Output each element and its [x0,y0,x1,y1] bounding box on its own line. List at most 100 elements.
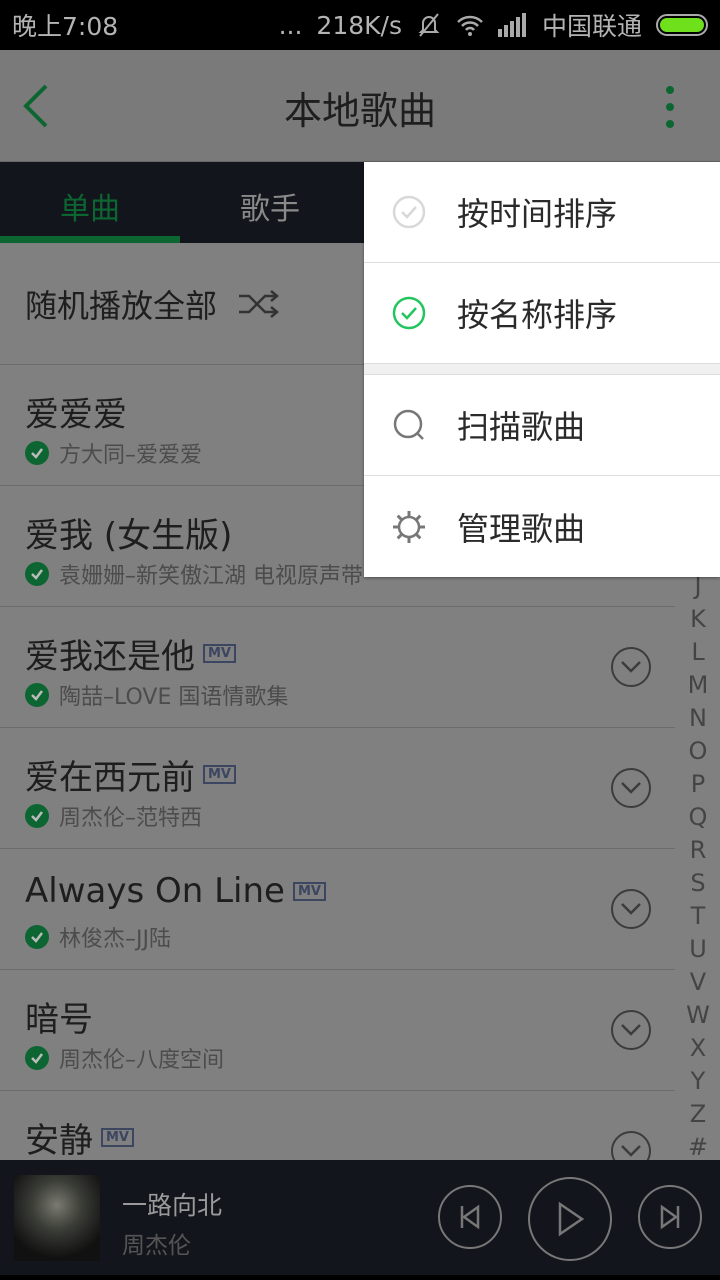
index-letter[interactable]: U [680,933,716,966]
song-title-row: Always On Line MV [25,871,326,911]
index-letter[interactable]: P [680,768,716,801]
song-title: Always On Line [25,871,285,911]
battery-icon [656,14,708,36]
song-row[interactable]: 安静 MV [0,1091,675,1160]
alphabet-index[interactable]: J K L M N O P Q R S T U V W X Y Z # [680,570,716,1164]
index-letter[interactable]: V [680,966,716,999]
expand-options-button[interactable] [611,647,651,687]
downloaded-check-icon [25,1046,49,1070]
song-subtitle-row: 周杰伦–范特西 [25,800,202,832]
song-subtitle-row: 陶喆–LOVE 国语情歌集 [25,679,288,711]
index-letter[interactable]: L [680,636,716,669]
index-letter[interactable]: R [680,834,716,867]
song-artist-album: 周杰伦–范特西 [59,806,203,831]
song-title-row: 爱我还是他 MV [25,629,236,678]
song-title-row: 安静 MV [25,1113,134,1160]
song-title-row: 爱在西元前 MV [25,750,236,799]
song-subtitle-row: 方大同–爱爱爱 [25,437,202,469]
song-title: 安静 [25,1121,93,1160]
index-letter[interactable]: W [680,999,716,1032]
expand-options-button[interactable] [611,1010,651,1050]
menu-item-scan-songs[interactable]: 扫描歌曲 [364,375,720,476]
expand-options-button[interactable] [611,889,651,929]
menu-label: 管理歌曲 [457,509,586,548]
mv-badge[interactable]: MV [292,881,326,901]
song-subtitle-row: 林俊杰–JJ陆 [25,921,171,953]
page-title: 本地歌曲 [283,89,436,133]
more-menu-icon[interactable] [666,86,678,137]
menu-item-sort-by-time[interactable]: 按时间排序 [364,162,720,263]
song-row[interactable]: 爱我还是他 MV 陶喆–LOVE 国语情歌集 [0,607,675,728]
song-artist-album: 方大同–爱爱爱 [59,443,203,468]
check-circle-icon [392,296,426,330]
menu-item-manage-songs[interactable]: 管理歌曲 [364,476,720,577]
index-letter[interactable]: T [680,900,716,933]
player-artist: 周杰伦 [122,1233,191,1259]
previous-button[interactable] [438,1185,502,1249]
chevron-down-icon [621,782,641,794]
expand-options-button[interactable] [611,1131,651,1160]
song-artist-album: 袁姗姗–新笑傲江湖 电视原声带 [59,564,363,589]
status-time: 晚上7:08 [12,12,119,41]
play-button[interactable] [528,1177,612,1261]
status-bar: 晚上7:08 ... 218K/s 中国联通 [0,0,720,50]
mute-icon [418,13,440,37]
index-letter[interactable]: K [680,603,716,636]
gear-icon [393,510,425,543]
chevron-down-icon [621,661,641,673]
index-letter[interactable]: X [680,1032,716,1065]
tab-songs[interactable]: 单曲 [0,184,180,228]
index-letter[interactable]: Z [680,1098,716,1131]
song-artist-album: 林俊杰–JJ陆 [59,927,171,952]
shuffle-label: 随机播放全部 [25,286,218,325]
index-letter[interactable]: M [680,669,716,702]
song-row[interactable]: 暗号周杰伦–八度空间 [0,970,675,1091]
expand-options-button[interactable] [611,768,651,808]
mini-player: 一路向北 周杰伦 [0,1160,720,1275]
song-title: 暗号 [25,1000,93,1040]
song-subtitle-row: 周杰伦–八度空间 [25,1042,224,1074]
chevron-down-icon [621,1024,641,1036]
song-title: 爱爱爱 [25,395,127,435]
tab-artists[interactable]: 歌手 [180,184,360,228]
menu-label: 按时间排序 [457,195,618,233]
chevron-down-icon [621,1145,641,1157]
menu-item-sort-by-name[interactable]: 按名称排序 [364,263,720,364]
sort-popup-menu: 按时间排序 按名称排序 扫描歌曲 管理歌曲 [364,162,720,577]
signal-icon [497,13,526,37]
mv-badge[interactable]: MV [203,765,236,784]
menu-label: 扫描歌曲 [457,408,586,446]
song-artist-album: 陶喆–LOVE 国语情歌集 [59,685,289,710]
next-button[interactable] [638,1185,702,1249]
downloaded-check-icon [25,804,49,828]
index-letter[interactable]: Y [680,1065,716,1098]
next-icon [660,1204,680,1230]
search-icon [393,409,424,440]
song-artist-album: 周杰伦–八度空间 [59,1048,225,1073]
album-cover[interactable] [14,1175,100,1261]
check-circle-icon [392,195,426,229]
downloaded-check-icon [25,683,49,707]
song-title: 爱我还是他 [25,637,195,677]
status-dots: ... [278,10,303,40]
song-title-row: 爱我 (女生版) [25,508,232,557]
song-title: 爱我 (女生版) [25,516,233,556]
song-title-row: 爱爱爱 [25,387,127,436]
index-letter[interactable]: Q [680,801,716,834]
index-letter[interactable]: S [680,867,716,900]
menu-label: 按名称排序 [457,296,618,334]
downloaded-check-icon [25,441,49,465]
mv-badge[interactable]: MV [101,1128,134,1147]
play-icon [558,1201,585,1237]
wifi-icon [457,15,483,36]
mv-badge[interactable]: MV [203,644,236,663]
song-title-row: 暗号 [25,992,93,1041]
network-speed: 218K/s [316,10,402,40]
index-letter[interactable]: O [680,735,716,768]
index-letter[interactable]: N [680,702,716,735]
downloaded-check-icon [25,562,49,586]
song-subtitle-row: 袁姗姗–新笑傲江湖 电视原声带 [25,558,363,590]
song-row[interactable]: Always On Line MV 林俊杰–JJ陆 [0,849,675,970]
app-header: 本地歌曲 [0,50,720,162]
song-row[interactable]: 爱在西元前 MV 周杰伦–范特西 [0,728,675,849]
